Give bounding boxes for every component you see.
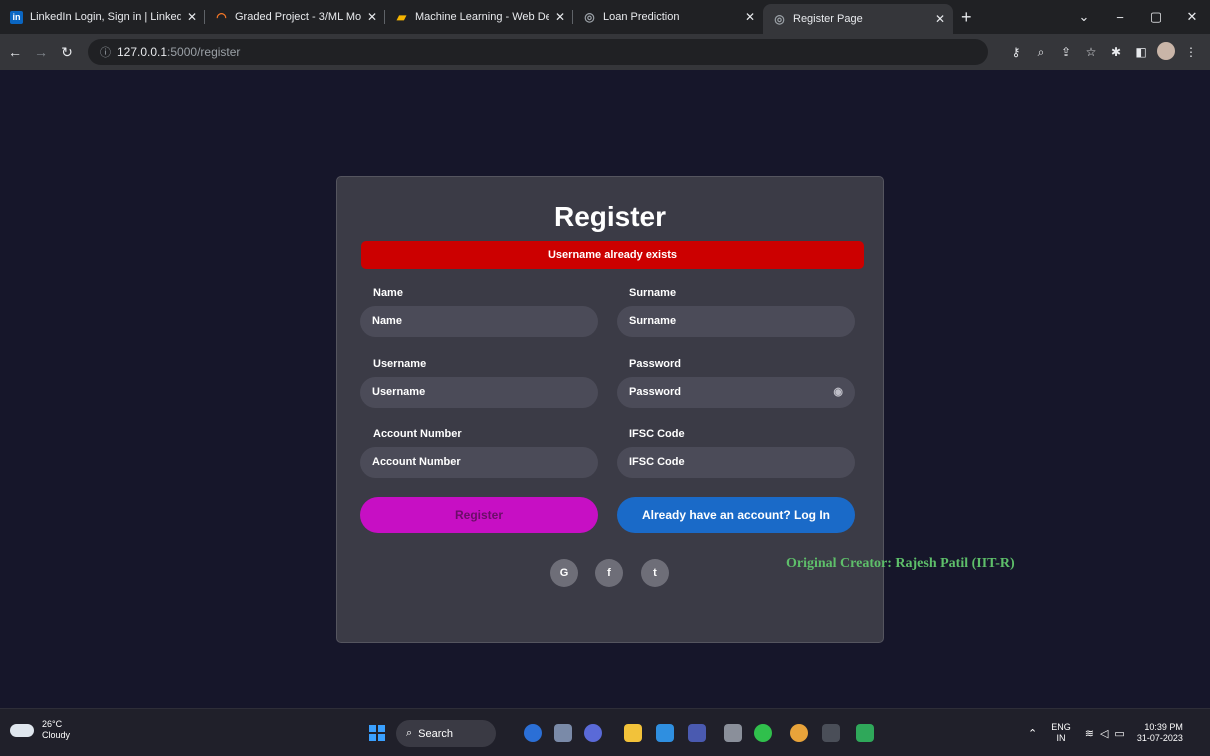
tab-search-icon[interactable]: ⌄ — [1066, 9, 1102, 25]
eye-icon[interactable]: ◉ — [833, 377, 843, 408]
name-label: Name — [373, 287, 403, 299]
extensions-icon[interactable]: ✱ — [1105, 45, 1127, 59]
window-controls: ⌄ − ▢ ✕ — [1066, 0, 1210, 34]
widgets-icon[interactable] — [554, 724, 572, 742]
ifsc-input[interactable]: IFSC Code — [617, 447, 855, 478]
bing-icon[interactable] — [524, 724, 542, 742]
search-label: Search — [418, 727, 454, 740]
tab-label: Graded Project - 3/ML Model/ — [235, 11, 361, 23]
twitter-icon[interactable]: t — [641, 559, 669, 587]
system-tray: ⌃ ENG IN ≋ ◁ ▭ 10:39 PM 31-07-2023 — [1028, 709, 1183, 756]
vscode-icon[interactable] — [656, 724, 674, 742]
share-icon[interactable]: ⇪ — [1055, 45, 1077, 59]
creator-credit: Original Creator: Rajesh Patil (IIT-R) — [786, 556, 1015, 571]
account-number-input[interactable]: Account Number — [360, 447, 598, 478]
google-icon[interactable]: G — [550, 559, 578, 587]
date: 31-07-2023 — [1136, 733, 1183, 743]
speaker-icon[interactable]: ◁ — [1100, 727, 1108, 740]
key-icon[interactable]: ⚷ — [1005, 45, 1027, 59]
account-number-label: Account Number — [373, 428, 462, 440]
pycharm-icon[interactable] — [856, 724, 874, 742]
back-icon[interactable]: ← — [4, 44, 26, 60]
url-path: :5000/register — [167, 45, 241, 59]
register-button[interactable]: Register — [360, 497, 598, 533]
page-title: Register — [553, 201, 667, 232]
tab-label: LinkedIn Login, Sign in | LinkedIn — [30, 11, 181, 23]
globe-icon: ◎ — [774, 12, 785, 26]
close-window-icon[interactable]: ✕ — [1174, 9, 1210, 25]
username-input[interactable]: Username — [360, 377, 598, 408]
close-tab-icon[interactable]: ✕ — [555, 10, 565, 24]
error-alert: Username already exists — [361, 241, 864, 269]
url-host: 127.0.0.1 — [117, 45, 168, 59]
new-tab-icon[interactable]: + — [961, 0, 972, 34]
tab-label: Loan Prediction — [603, 11, 680, 23]
zoom-icon[interactable]: ⌕ — [1030, 45, 1052, 60]
browser-toolbar: ← → ↻ ⓘ 127.0.0.1 :5000/register ⚷ ⌕ ⇪ ☆… — [0, 34, 1210, 70]
search-icon: ⌕ — [406, 727, 413, 739]
address-bar[interactable]: ⓘ 127.0.0.1 :5000/register — [88, 39, 988, 65]
language: ENG — [1051, 722, 1071, 732]
tab-loan-prediction[interactable]: ◎ Loan Prediction ✕ — [573, 0, 763, 34]
chevron-up-icon[interactable]: ⌃ — [1028, 727, 1037, 740]
reload-icon[interactable]: ↻ — [56, 44, 78, 61]
tab-machine-learning[interactable]: ▰ Machine Learning - Web Develo ✕ — [385, 0, 573, 34]
mail-icon[interactable] — [724, 724, 742, 742]
close-tab-icon[interactable]: ✕ — [745, 10, 755, 24]
jupyter-icon: ◠ — [216, 10, 227, 24]
password-placeholder: Password — [629, 386, 681, 398]
browser-tab-strip: in LinkedIn Login, Sign in | LinkedIn ✕ … — [0, 0, 1210, 34]
facebook-icon[interactable]: f — [595, 559, 623, 587]
tab-label: Machine Learning - Web Develo — [415, 11, 549, 23]
bookmark-icon: ▰ — [396, 10, 407, 24]
taskbar: 26°C Cloudy ⌕ Search ⌃ ENG IN ≋ ◁ ▭ 10:3… — [0, 708, 1210, 756]
side-panel-icon[interactable]: ◧ — [1130, 45, 1152, 59]
terminal-icon[interactable] — [822, 724, 840, 742]
teams-icon[interactable] — [584, 724, 602, 742]
password-input[interactable]: Password ◉ — [617, 377, 855, 408]
close-tab-icon[interactable]: ✕ — [935, 12, 945, 26]
username-label: Username — [373, 358, 427, 370]
temperature: 26°C — [42, 719, 63, 729]
star-icon[interactable]: ☆ — [1080, 45, 1102, 59]
clock[interactable]: 10:39 PM 31-07-2023 — [1137, 722, 1183, 744]
login-button[interactable]: Already have an account? Log In — [617, 497, 855, 533]
profile-avatar[interactable] — [1155, 41, 1177, 63]
time: 10:39 PM — [1144, 722, 1183, 732]
tab-register-page[interactable]: ◎ Register Page ✕ — [763, 4, 953, 34]
toolbar-actions: ⚷ ⌕ ⇪ ☆ ✱ ◧ ⋮ — [1002, 34, 1202, 70]
close-tab-icon[interactable]: ✕ — [367, 10, 377, 24]
surname-label: Surname — [629, 287, 677, 299]
tab-label: Register Page — [793, 13, 863, 25]
cloud-icon — [10, 723, 34, 737]
whatsapp-icon[interactable] — [754, 724, 772, 742]
weather-widget[interactable]: 26°C Cloudy — [10, 719, 70, 741]
chrome-icon[interactable] — [790, 724, 808, 742]
menu-icon[interactable]: ⋮ — [1180, 45, 1202, 59]
register-card: Register Username already exists Name Na… — [336, 176, 884, 643]
ifsc-label: IFSC Code — [629, 428, 685, 440]
file-explorer-icon[interactable] — [624, 724, 642, 742]
minimize-icon[interactable]: − — [1102, 10, 1138, 25]
language-indicator[interactable]: ENG IN — [1051, 722, 1071, 744]
taskbar-search[interactable]: ⌕ Search — [396, 720, 496, 747]
weather-condition: Cloudy — [42, 730, 71, 740]
windows-start-icon[interactable] — [369, 725, 385, 741]
surname-input[interactable]: Surname — [617, 306, 855, 337]
globe-icon: ◎ — [584, 10, 595, 24]
password-label: Password — [629, 358, 681, 370]
restore-icon[interactable]: ▢ — [1138, 9, 1174, 25]
battery-icon[interactable]: ▭ — [1114, 727, 1124, 740]
tab-graded-project[interactable]: ◠ Graded Project - 3/ML Model/ ✕ — [205, 0, 385, 34]
region: IN — [1056, 733, 1066, 743]
name-input[interactable]: Name — [360, 306, 598, 337]
forward-icon[interactable]: → — [30, 44, 52, 60]
app-icon[interactable] — [688, 724, 706, 742]
tab-linkedin[interactable]: in LinkedIn Login, Sign in | LinkedIn ✕ — [0, 0, 205, 34]
info-icon[interactable]: ⓘ — [100, 44, 111, 60]
wifi-icon[interactable]: ≋ — [1085, 727, 1094, 740]
close-tab-icon[interactable]: ✕ — [187, 10, 197, 24]
linkedin-icon: in — [10, 10, 23, 24]
